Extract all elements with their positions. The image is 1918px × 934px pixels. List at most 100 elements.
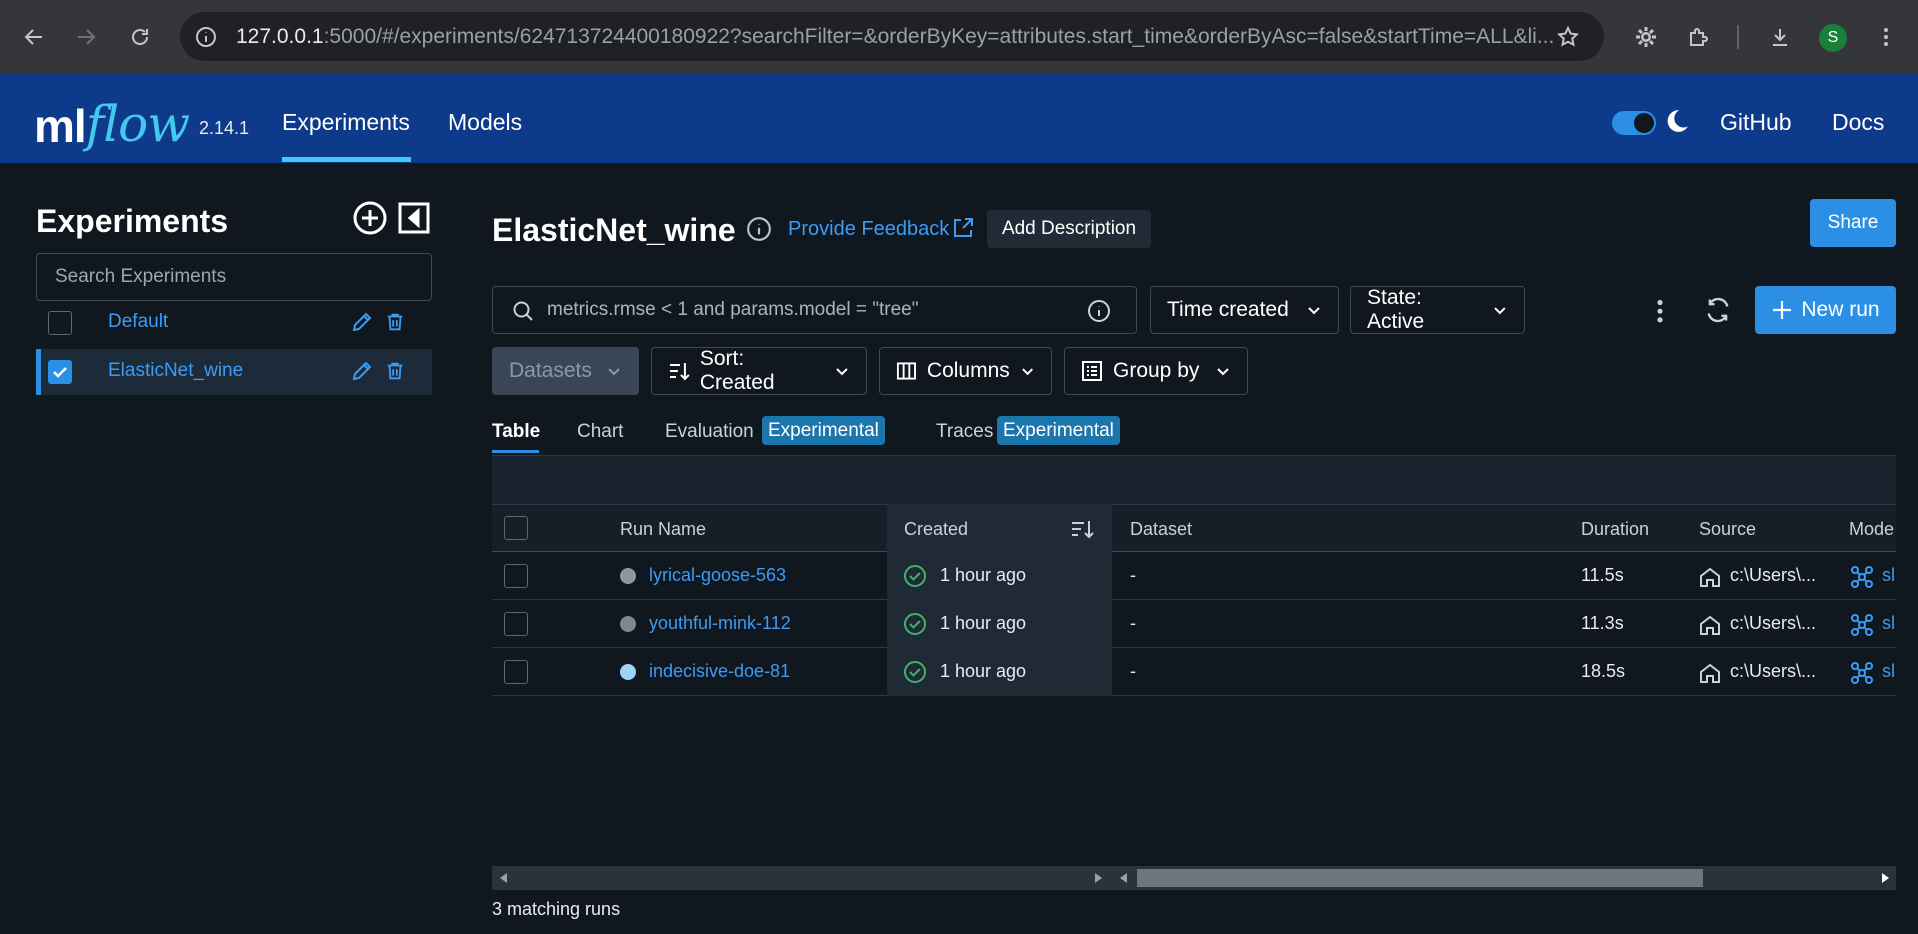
- matching-runs-count: 3 matching runs: [492, 899, 621, 919]
- collapse-sidebar-icon[interactable]: [396, 200, 432, 236]
- tab-traces[interactable]: Traces: [936, 421, 993, 443]
- more-options-icon[interactable]: [1647, 296, 1673, 324]
- row-checkbox[interactable]: [504, 564, 528, 588]
- table-row[interactable]: lyrical-goose-563 1 hour ago - 11.5s c:\…: [492, 552, 1896, 600]
- sort-dropdown[interactable]: Sort: Created: [651, 347, 867, 395]
- scroll-left-arrow-icon[interactable]: [500, 873, 507, 883]
- info-icon[interactable]: [746, 216, 772, 242]
- toolbar-divider: [1737, 25, 1739, 49]
- column-header-source[interactable]: Source: [1699, 519, 1756, 540]
- run-name-link[interactable]: youthful-mink-112: [649, 613, 791, 634]
- experimental-badge: Experimental: [997, 416, 1120, 445]
- scroll-right-arrow-icon[interactable]: [1882, 873, 1889, 883]
- tab-table[interactable]: Table: [492, 421, 540, 443]
- nav-experiments[interactable]: Experiments: [282, 109, 410, 136]
- experiment-checkbox[interactable]: [48, 360, 72, 384]
- browser-menu-icon[interactable]: [1868, 19, 1904, 55]
- new-run-button[interactable]: New run: [1755, 286, 1896, 334]
- home-icon: [1700, 663, 1720, 683]
- sort-label: Sort: Created: [699, 347, 775, 394]
- run-dataset: -: [1130, 661, 1136, 681]
- run-dataset: -: [1130, 565, 1136, 585]
- column-header-run-name[interactable]: Run Name: [620, 519, 706, 540]
- columns-dropdown[interactable]: Columns: [879, 347, 1052, 395]
- state-filter-dropdown[interactable]: State: Active: [1350, 286, 1525, 334]
- trash-icon[interactable]: [384, 311, 406, 333]
- row-checkbox[interactable]: [504, 660, 528, 684]
- time-created-dropdown[interactable]: Time created: [1150, 286, 1339, 334]
- table-group-header: [492, 455, 1896, 504]
- search-help-info-icon[interactable]: [1087, 299, 1111, 323]
- share-button[interactable]: Share: [1810, 199, 1896, 247]
- edit-pencil-icon[interactable]: [350, 310, 374, 334]
- active-nav-indicator: [282, 157, 411, 162]
- experiment-item-default[interactable]: Default: [36, 300, 432, 346]
- column-header-models[interactable]: Mode: [1849, 519, 1894, 540]
- run-model-link[interactable]: sl: [1882, 661, 1895, 682]
- github-link[interactable]: GitHub: [1720, 109, 1792, 136]
- run-name-link[interactable]: indecisive-doe-81: [649, 661, 790, 682]
- mlflow-logo[interactable]: ml flow: [34, 89, 190, 149]
- run-color-dot[interactable]: [620, 568, 636, 584]
- run-source: c:\Users\...: [1730, 613, 1817, 633]
- site-info-icon[interactable]: [188, 19, 224, 55]
- provide-feedback-link[interactable]: Provide Feedback: [788, 218, 949, 241]
- horizontal-scrollbar[interactable]: [492, 866, 1896, 890]
- add-description-button[interactable]: Add Description: [987, 210, 1151, 248]
- group-by-icon: [1082, 361, 1102, 381]
- forward-icon[interactable]: [68, 19, 104, 55]
- check-circle-icon: [904, 613, 926, 635]
- experiment-name[interactable]: Default: [108, 311, 168, 333]
- run-name-link[interactable]: lyrical-goose-563: [649, 565, 786, 586]
- active-tab-indicator: [492, 450, 539, 453]
- trash-icon[interactable]: [384, 360, 406, 382]
- nav-models[interactable]: Models: [448, 109, 522, 136]
- home-icon: [1700, 567, 1720, 587]
- back-icon[interactable]: [16, 19, 52, 55]
- table-row[interactable]: youthful-mink-112 1 hour ago - 11.3s c:\…: [492, 600, 1896, 648]
- edit-pencil-icon[interactable]: [350, 359, 374, 383]
- row-checkbox[interactable]: [504, 612, 528, 636]
- experiment-item-elasticnet-wine[interactable]: ElasticNet_wine: [36, 349, 432, 395]
- experiment-checkbox[interactable]: [48, 311, 72, 335]
- tab-chart[interactable]: Chart: [577, 421, 623, 443]
- column-header-created[interactable]: Created: [904, 519, 968, 540]
- sidebar-title: Experiments: [36, 203, 229, 239]
- group-by-dropdown[interactable]: Group by: [1064, 347, 1248, 395]
- sort-descending-icon[interactable]: [1070, 517, 1094, 541]
- select-all-checkbox[interactable]: [504, 516, 528, 540]
- create-experiment-icon[interactable]: [352, 200, 388, 236]
- refresh-icon[interactable]: [1704, 296, 1732, 324]
- search-runs-field[interactable]: [492, 286, 1137, 334]
- run-color-dot[interactable]: [620, 616, 636, 632]
- table-row[interactable]: indecisive-doe-81 1 hour ago - 18.5s c:\…: [492, 648, 1896, 696]
- search-runs-input[interactable]: [547, 287, 1067, 333]
- chevron-down-icon: [1217, 368, 1229, 376]
- bookmark-star-icon[interactable]: [1550, 19, 1586, 55]
- scrollbar-thumb[interactable]: [1137, 869, 1703, 887]
- datasets-label: Datasets: [509, 359, 592, 382]
- address-bar[interactable]: 127.0.0.1:5000/#/experiments/62471372440…: [180, 12, 1604, 61]
- run-model-link[interactable]: sl: [1882, 613, 1895, 634]
- scroll-right-arrow-icon[interactable]: [1095, 873, 1102, 883]
- dark-mode-toggle[interactable]: [1612, 111, 1656, 135]
- reload-icon[interactable]: [122, 19, 158, 55]
- column-header-dataset[interactable]: Dataset: [1130, 519, 1192, 540]
- extension-gear-icon[interactable]: [1628, 19, 1664, 55]
- scroll-left-arrow-icon[interactable]: [1120, 873, 1127, 883]
- download-icon[interactable]: [1762, 19, 1798, 55]
- tab-evaluation[interactable]: Evaluation: [665, 421, 754, 443]
- run-model-link[interactable]: sl: [1882, 565, 1895, 586]
- plus-icon: [1773, 301, 1792, 319]
- moon-icon: [1664, 108, 1690, 134]
- browser-toolbar: 127.0.0.1:5000/#/experiments/62471372440…: [0, 0, 1918, 73]
- extensions-puzzle-icon[interactable]: [1680, 19, 1716, 55]
- experimental-badge: Experimental: [762, 416, 885, 445]
- run-color-dot[interactable]: [620, 664, 636, 680]
- search-experiments-input[interactable]: [36, 253, 432, 301]
- profile-avatar[interactable]: S: [1819, 24, 1847, 52]
- column-header-duration[interactable]: Duration: [1581, 519, 1649, 540]
- experiment-name[interactable]: ElasticNet_wine: [108, 360, 243, 382]
- docs-link[interactable]: Docs: [1832, 109, 1884, 136]
- external-link-icon[interactable]: [951, 216, 975, 240]
